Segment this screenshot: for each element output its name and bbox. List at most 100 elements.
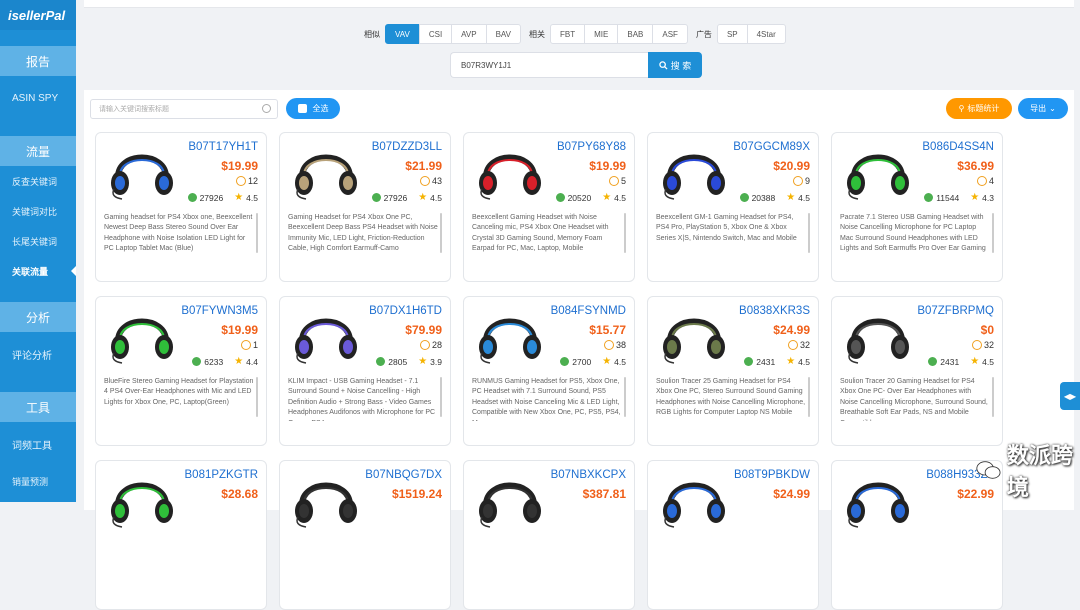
product-asin-link[interactable]: B07ZFBRPMQ (917, 305, 994, 317)
filter-chip[interactable]: AVP (451, 24, 487, 44)
product-asin-link[interactable]: B07FYWN3M5 (181, 305, 258, 317)
product-image[interactable] (472, 469, 548, 529)
rank-icon (971, 340, 982, 350)
product-card[interactable]: B07DX1H6TD $79.99 28 2805 ★ 3.9 KLIM Impact - … (279, 296, 451, 446)
scrollbar[interactable] (992, 377, 994, 417)
sidebar-section-header[interactable]: 流量 (0, 136, 76, 166)
product-price: $24.99 (773, 323, 810, 337)
sidebar-section-header[interactable]: 分析 (0, 302, 76, 332)
product-card[interactable]: B07ZFBRPMQ $0 32 2431 ★ 4.5 Soulion Tracer 20 … (831, 296, 1003, 446)
product-image[interactable] (656, 141, 732, 201)
product-title: Beexcellent Gaming Headset with Noise Ca… (472, 214, 609, 253)
product-card[interactable]: B07DZZD3LL $21.99 43 27926 ★ 4.5 Gaming Headse… (279, 132, 451, 282)
product-image[interactable] (840, 469, 916, 529)
star-icon: ★ (602, 192, 612, 203)
product-image[interactable] (104, 141, 180, 201)
sidebar-item[interactable]: 长尾关键词 (0, 226, 76, 256)
product-rank: 4 (976, 176, 994, 186)
product-card[interactable]: B084FSYNMD $15.77 38 2700 ★ 4.5 RUNMUS Gaming … (463, 296, 635, 446)
filter-chip[interactable]: BAB (617, 24, 654, 44)
scrollbar[interactable] (808, 377, 810, 417)
scrollbar[interactable] (992, 213, 994, 253)
sidebar-item[interactable]: 评论分析 (0, 332, 76, 376)
sidebar-item[interactable]: 关键词对比 (0, 196, 76, 226)
product-asin-link[interactable]: B07NBXKCPX (551, 469, 626, 481)
product-card[interactable]: B07NBXKCPX $387.81 (463, 460, 635, 610)
product-image[interactable] (288, 305, 364, 365)
product-card[interactable]: B07PY68Y88 $19.99 5 20520 ★ 4.5 Beexcellent Ga… (463, 132, 635, 282)
product-asin-link[interactable]: B07DZZD3LL (372, 141, 442, 153)
filter-chip[interactable]: 4Star (746, 24, 786, 44)
filter-chip[interactable]: CSI (418, 24, 453, 44)
sidebar-item[interactable]: ASIN SPY (0, 76, 76, 120)
scrollbar[interactable] (256, 377, 258, 417)
sidebar-item[interactable]: 词频工具 (0, 422, 76, 466)
search-button[interactable]: 搜 索 (648, 52, 702, 78)
product-image[interactable] (104, 305, 180, 365)
product-asin-link[interactable]: B07NBQG7DX (365, 469, 442, 481)
product-card[interactable]: B0838XKR3S $24.99 32 2431 ★ 4.5 Soulion Tracer… (647, 296, 819, 446)
product-card[interactable]: B07GGCM89X $20.99 9 20388 ★ 4.5 Beexcellent GM… (647, 132, 819, 282)
sidebar-section-header[interactable]: 工具 (0, 392, 76, 422)
filter-chip[interactable]: SP (716, 24, 748, 44)
product-title: Soulion Tracer 25 Gaming Headset for PS4… (656, 378, 806, 417)
sidebar-section-header[interactable]: 报告 (0, 46, 76, 76)
product-image[interactable] (656, 469, 732, 529)
scrollbar[interactable] (440, 377, 442, 417)
star-icon: ★ (418, 356, 428, 367)
product-image[interactable] (472, 141, 548, 201)
select-all-button[interactable]: 全选 (286, 98, 340, 119)
product-card[interactable]: B081PZKGTR $28.68 (95, 460, 267, 610)
product-image[interactable] (288, 141, 364, 201)
review-count: 27926 (199, 192, 224, 203)
product-price: $387.81 (582, 487, 626, 501)
product-image[interactable] (840, 305, 916, 365)
product-card[interactable]: B07FYWN3M5 $19.99 1 6233 ★ 4.4 BlueFire Stereo… (95, 296, 267, 446)
product-asin-link[interactable]: B07DX1H6TD (369, 305, 442, 317)
product-card[interactable]: B07NBQG7DX $1519.24 (279, 460, 451, 610)
results-panel: 请输入关键词搜索标题 全选 ⚲ 标题统计 导出 ⌄ B07T17YH1T $19.… (84, 90, 1074, 610)
sidebar-item[interactable]: 反查关键词 (0, 166, 76, 196)
keyword-filter-input[interactable]: 请输入关键词搜索标题 (90, 99, 278, 119)
sidebar-item[interactable]: 销量预测 (0, 466, 76, 496)
product-image[interactable] (656, 305, 732, 365)
product-asin-link[interactable]: B086D4SS4N (922, 141, 994, 153)
title-stats-button[interactable]: ⚲ 标题统计 (946, 98, 1012, 119)
rating-value: 4.5 (798, 356, 810, 367)
product-asin-link[interactable]: B07GGCM89X (733, 141, 810, 153)
product-asin-link[interactable]: B081PZKGTR (185, 469, 259, 481)
scrollbar[interactable] (440, 213, 442, 253)
product-card[interactable]: B08T9PBKDW $24.99 (647, 460, 819, 610)
scrollbar[interactable] (624, 377, 626, 417)
filter-chip[interactable]: MIE (584, 24, 619, 44)
star-icon: ★ (418, 192, 428, 203)
product-card[interactable]: B07T17YH1T $19.99 12 27926 ★ 4.5 Gaming headse… (95, 132, 267, 282)
product-asin-link[interactable]: B084FSYNMD (551, 305, 626, 317)
product-image[interactable] (840, 141, 916, 201)
product-card[interactable]: B086D4SS4N $36.99 4 11544 ★ 4.3 Pacrate 7.1 St… (831, 132, 1003, 282)
product-asin-link[interactable]: B08T9PBKDW (734, 469, 810, 481)
product-image[interactable] (472, 305, 548, 365)
star-icon: ★ (970, 356, 980, 367)
product-title: Beexcellent GM-1 Gaming Headset for PS4,… (656, 214, 797, 242)
sidebar-item[interactable]: 关联流量 (0, 256, 76, 286)
side-toggle-tab[interactable]: ◀▶ (1060, 382, 1080, 410)
export-button[interactable]: 导出 ⌄ (1018, 98, 1068, 119)
filter-chip[interactable]: BAV (485, 24, 522, 44)
scrollbar[interactable] (256, 213, 258, 253)
product-asin-link[interactable]: B07PY68Y88 (557, 141, 626, 153)
rank-value: 1 (252, 340, 258, 350)
filter-chip[interactable]: ASF (652, 24, 688, 44)
product-asin-link[interactable]: B0838XKR3S (739, 305, 810, 317)
rank-icon (235, 176, 246, 186)
product-image[interactable] (104, 469, 180, 529)
asin-input[interactable]: B07R3WY1J1 (450, 52, 648, 78)
product-image[interactable] (288, 469, 364, 529)
scrollbar[interactable] (624, 213, 626, 253)
rating-value: 4.5 (614, 356, 626, 367)
filter-chip[interactable]: VAV (385, 24, 420, 44)
scrollbar[interactable] (808, 213, 810, 253)
review-icon (192, 357, 202, 366)
filter-chip[interactable]: FBT (550, 24, 586, 44)
product-asin-link[interactable]: B07T17YH1T (188, 141, 258, 153)
